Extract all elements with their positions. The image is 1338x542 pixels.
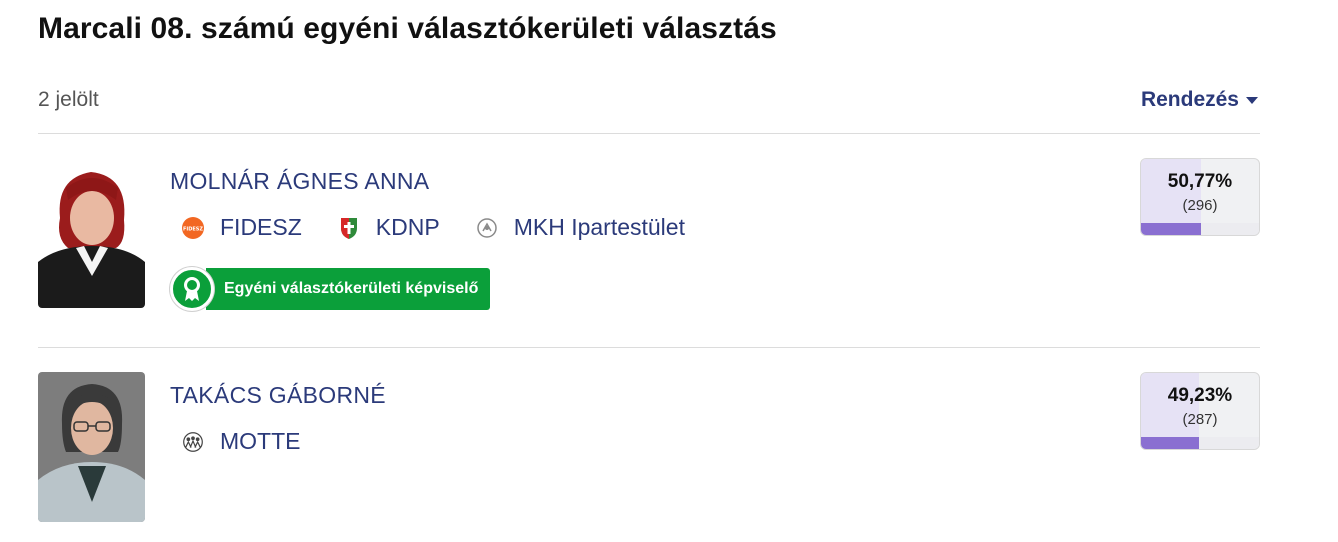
winner-badge: Egyéni választókerületi képviselő — [170, 267, 491, 311]
page-title: Marcali 08. számú egyéni választókerület… — [38, 12, 777, 45]
party-name: FIDESZ — [220, 214, 302, 240]
party-list: MOTTE — [180, 428, 335, 455]
svg-text:FIDESZ: FIDESZ — [183, 226, 203, 232]
party-name: MKH Ipartestület — [513, 214, 685, 240]
sort-label: Rendezés — [1140, 88, 1239, 111]
candidate-photo[interactable] — [38, 372, 145, 522]
party-name: MOTTE — [220, 428, 301, 454]
result-box: 50,77% (296) — [1140, 158, 1260, 236]
result-votes: (296) — [1182, 197, 1218, 214]
result-box: 49,23% (287) — [1140, 372, 1260, 450]
result-bar — [1141, 223, 1201, 235]
sort-dropdown[interactable]: Rendezés — [1141, 88, 1258, 112]
result-percent: 50,77% — [1167, 171, 1233, 192]
award-ribbon-icon — [170, 267, 214, 311]
party-list: FIDESZ FIDESZ KDNP MKH Ipartestület — [180, 214, 719, 241]
party-fidesz[interactable]: FIDESZ FIDESZ — [180, 214, 302, 241]
party-name: KDNP — [375, 214, 440, 240]
election-page: Marcali 08. számú egyéni választókerület… — [0, 0, 1338, 542]
divider — [38, 133, 1260, 134]
caret-down-icon — [1246, 96, 1258, 104]
divider — [38, 347, 1260, 348]
party-motte[interactable]: MOTTE — [180, 428, 301, 455]
fidesz-logo-icon: FIDESZ — [180, 215, 206, 241]
motte-logo-icon — [180, 429, 206, 455]
badge-label: Egyéni választókerületi képviselő — [206, 268, 491, 310]
result-votes: (287) — [1182, 411, 1218, 428]
candidate-name[interactable]: TAKÁCS GÁBORNÉ — [170, 382, 386, 409]
mkh-logo-icon — [474, 215, 500, 241]
result-percent: 49,23% — [1167, 385, 1233, 406]
candidate-photo[interactable] — [38, 158, 145, 308]
result-bar — [1141, 437, 1200, 449]
kdnp-logo-icon — [336, 215, 362, 241]
candidate-name[interactable]: MOLNÁR ÁGNES ANNA — [170, 168, 429, 195]
party-mkh[interactable]: MKH Ipartestület — [474, 214, 685, 241]
candidate-count: 2 jelölt — [38, 88, 99, 111]
party-kdnp[interactable]: KDNP — [336, 214, 440, 241]
